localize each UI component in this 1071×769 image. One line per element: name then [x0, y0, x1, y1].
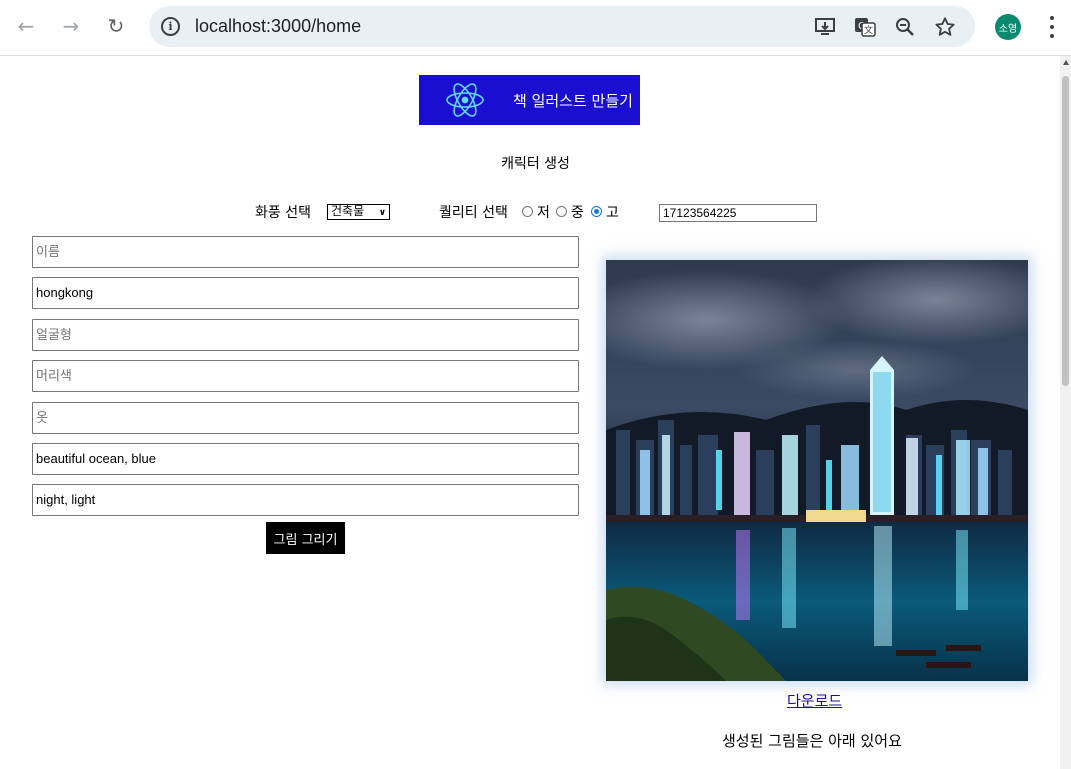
forward-arrow-icon[interactable]: →: [55, 10, 87, 42]
options-row: 화풍 선택 건축물 ∨ 퀄리티 선택 저 중 고 17123564225: [0, 200, 1060, 224]
scroll-thumb[interactable]: [1062, 76, 1069, 386]
location-field[interactable]: hongkong: [32, 277, 579, 309]
scroll-up-arrow-icon[interactable]: [1063, 60, 1069, 65]
reload-icon[interactable]: ↻: [100, 10, 132, 42]
background-field[interactable]: beautiful ocean, blue: [32, 443, 579, 475]
style-select-value: 건축물: [331, 204, 365, 218]
quality-radio-high-label: 고: [606, 205, 619, 221]
address-bar[interactable]: i localhost:3000/home G文: [149, 6, 975, 47]
name-field[interactable]: 이름: [32, 236, 579, 268]
bookmark-star-icon[interactable]: [933, 15, 957, 39]
quality-radio-mid-label: 중: [571, 205, 584, 221]
generated-image: [606, 260, 1028, 681]
banner-title: 책 일러스트 만들기: [513, 92, 633, 110]
face-shape-field[interactable]: 얼굴형: [32, 319, 579, 351]
svg-text:文: 文: [864, 24, 873, 36]
react-logo-icon: [446, 83, 484, 117]
back-arrow-icon[interactable]: ←: [10, 10, 42, 42]
chevron-down-icon: ∨: [378, 208, 386, 218]
profile-avatar[interactable]: 소영: [995, 14, 1021, 40]
page-content: 책 일러스트 만들기 캐릭터 생성 화풍 선택 건축물 ∨ 퀄리티 선택 저 중…: [0, 57, 1060, 769]
menu-dots-icon[interactable]: [1042, 14, 1062, 40]
quality-label: 퀄리티 선택: [439, 205, 508, 221]
zoom-icon[interactable]: [893, 15, 917, 39]
quality-radio-low-label: 저: [537, 205, 550, 221]
install-app-icon[interactable]: [813, 15, 837, 39]
url-text[interactable]: localhost:3000/home: [195, 16, 361, 37]
mood-field[interactable]: night, light: [32, 484, 579, 516]
quality-radio-mid[interactable]: [556, 206, 567, 217]
draw-button[interactable]: 그림 그리기: [266, 522, 345, 554]
style-label: 화풍 선택: [255, 205, 311, 221]
download-link[interactable]: 다운로드: [787, 690, 842, 711]
quality-radio-low[interactable]: [522, 206, 533, 217]
generated-images-note: 생성된 그림들은 아래 있어요: [722, 732, 902, 750]
info-icon[interactable]: i: [161, 17, 180, 36]
translate-icon[interactable]: G文: [853, 15, 877, 39]
style-select[interactable]: 건축물 ∨: [327, 204, 390, 220]
browser-toolbar: ← → ↻ i localhost:3000/home G文 소영: [0, 0, 1071, 56]
header-banner: 책 일러스트 만들기: [419, 75, 640, 125]
quality-radio-high[interactable]: [591, 206, 602, 217]
hair-color-field[interactable]: 머리색: [32, 360, 579, 392]
clothes-field[interactable]: 옷: [32, 402, 579, 434]
page-subtitle: 캐릭터 생성: [501, 156, 570, 172]
seed-input[interactable]: 17123564225: [659, 204, 817, 222]
